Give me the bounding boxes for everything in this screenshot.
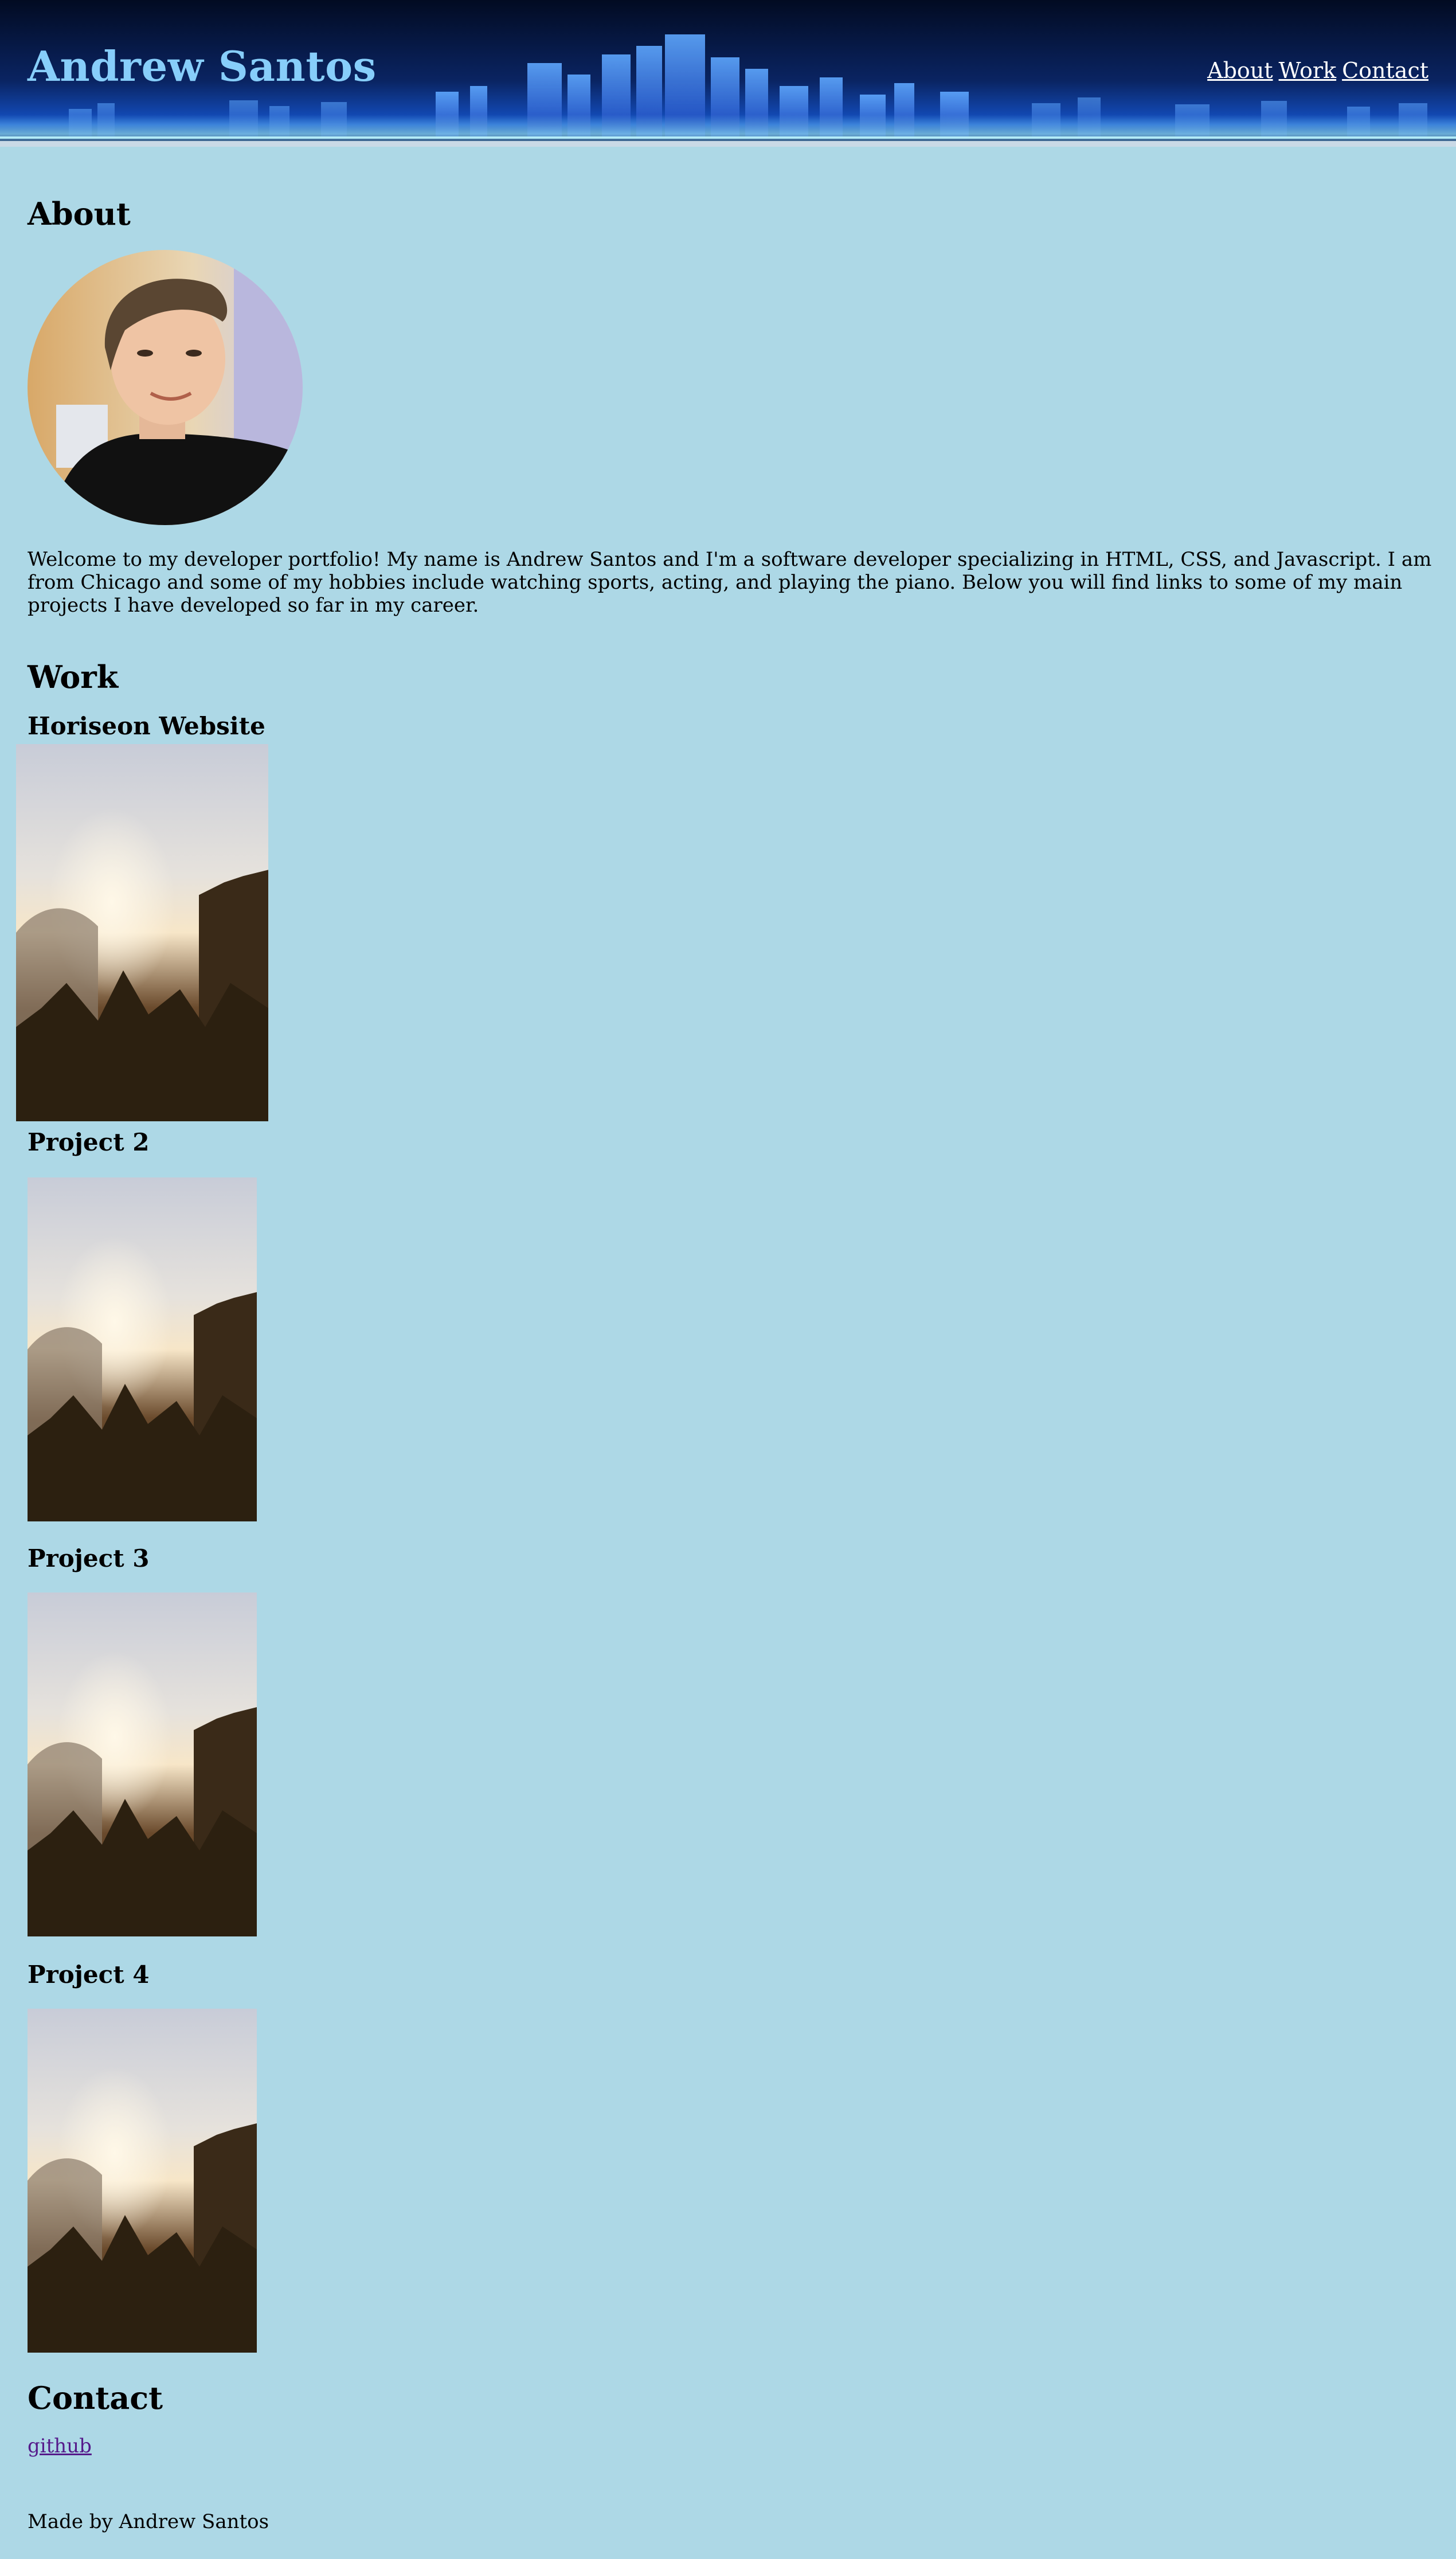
- project-image-link[interactable]: [28, 2009, 257, 2353]
- github-link[interactable]: github: [28, 2436, 92, 2456]
- site-footer: Made by Andrew Santos: [28, 2510, 269, 2533]
- sunset-forest-image: [28, 2009, 257, 2353]
- sunset-forest-image: [28, 1177, 257, 1521]
- project-title: Horiseon Website: [28, 712, 265, 740]
- about-heading: About: [28, 195, 131, 232]
- project-image-link[interactable]: [28, 1177, 257, 1521]
- site-title: Andrew Santos: [28, 42, 377, 91]
- work-heading: Work: [28, 659, 119, 695]
- project-image-link[interactable]: [16, 744, 268, 1121]
- project-title: Project 3: [28, 1544, 150, 1572]
- sunset-forest-image: [28, 1592, 257, 1936]
- main-nav: About Work Contact: [1207, 60, 1428, 81]
- project-image-link[interactable]: [28, 1592, 257, 1936]
- project-title: Project 4: [28, 1961, 150, 1989]
- sunset-forest-image: [16, 744, 268, 1121]
- nav-link-about[interactable]: About: [1207, 60, 1273, 81]
- site-header: Andrew Santos About Work Contact: [0, 0, 1456, 147]
- profile-photo: [28, 250, 303, 525]
- contact-heading: Contact: [28, 2380, 163, 2416]
- nav-link-contact[interactable]: Contact: [1342, 60, 1428, 81]
- avatar: [28, 250, 303, 525]
- project-title: Project 2: [28, 1128, 150, 1156]
- nav-link-work[interactable]: Work: [1279, 60, 1337, 81]
- about-text: Welcome to my developer portfolio! My na…: [28, 548, 1432, 617]
